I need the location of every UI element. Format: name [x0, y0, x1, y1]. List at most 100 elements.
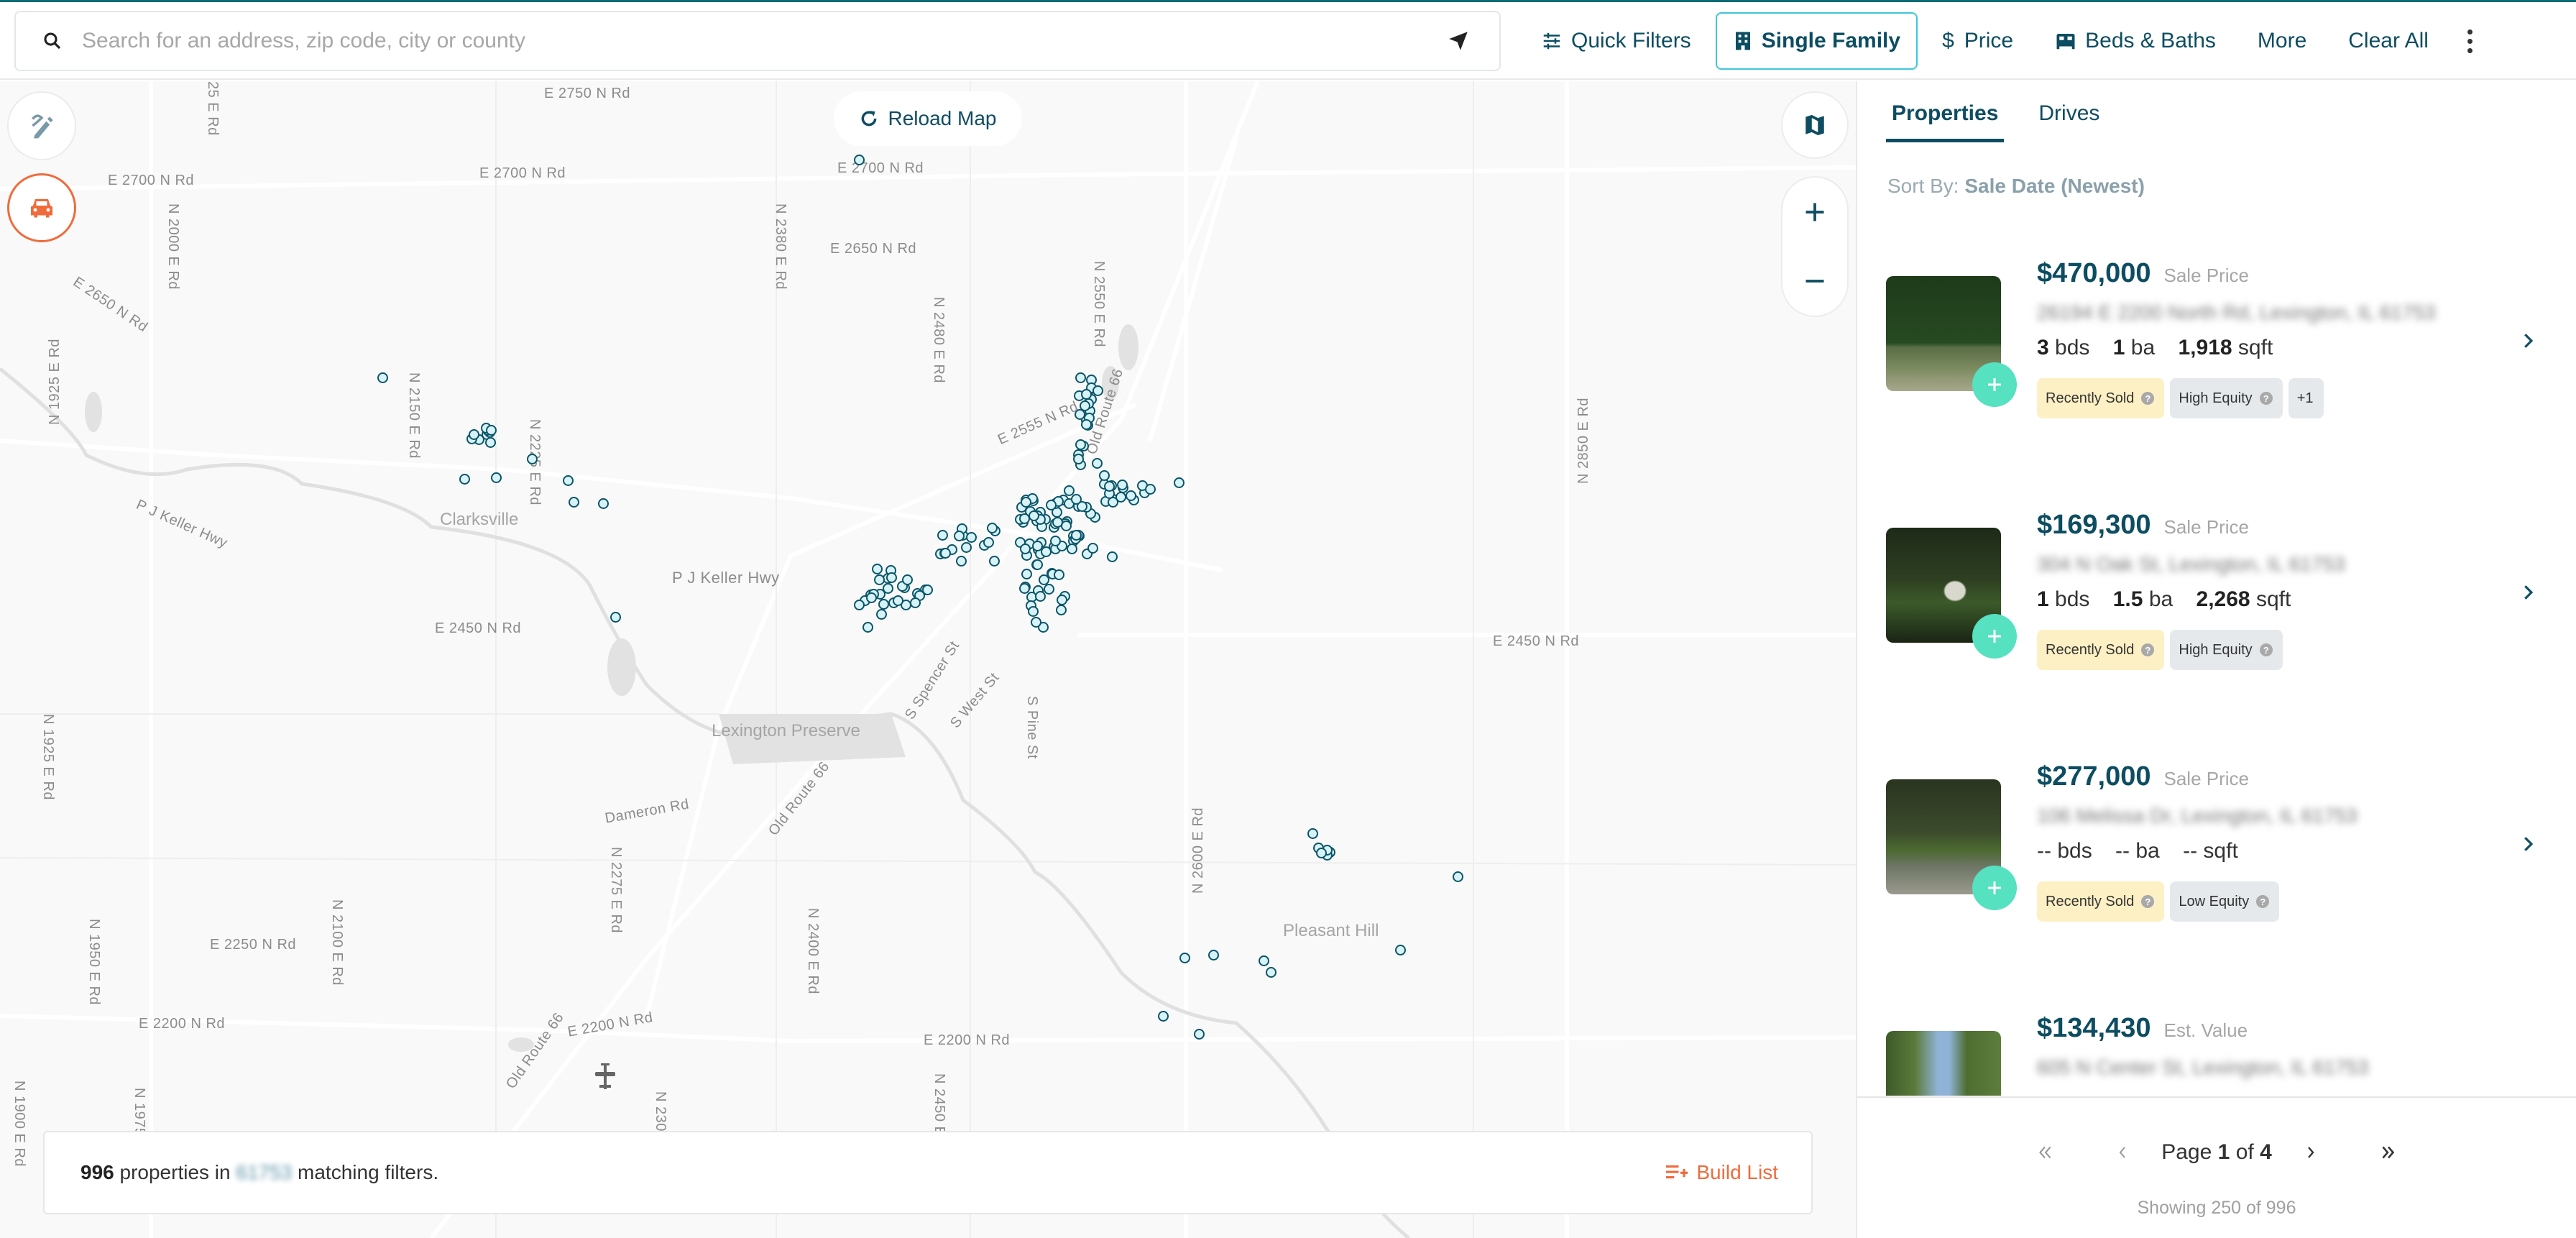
property-marker[interactable] — [937, 529, 948, 541]
property-marker[interactable] — [1039, 574, 1050, 585]
property-marker[interactable] — [459, 474, 470, 485]
property-marker[interactable] — [484, 436, 496, 448]
property-marker[interactable] — [983, 536, 995, 548]
first-page-button[interactable] — [2030, 1138, 2059, 1167]
price-button[interactable]: $ Price — [1925, 12, 2030, 70]
property-card[interactable]: $169,300 Sale Price 304 N Oak St, Lexingt… — [1857, 488, 2576, 740]
property-marker[interactable] — [527, 454, 538, 464]
property-marker[interactable] — [1079, 400, 1090, 411]
tag-recently-sold[interactable]: Recently Sold? — [2037, 881, 2165, 922]
help-icon[interactable]: ? — [2256, 895, 2270, 908]
tag-recently-sold[interactable]: Recently Sold? — [2037, 378, 2165, 418]
property-marker[interactable] — [1080, 418, 1092, 430]
chevron-right-icon[interactable] — [2517, 582, 2539, 603]
property-marker[interactable] — [1031, 616, 1042, 628]
property-marker[interactable] — [954, 530, 965, 541]
property-marker[interactable] — [563, 475, 574, 486]
build-list-button[interactable]: Build List — [1666, 1161, 1778, 1184]
property-marker[interactable] — [862, 621, 873, 633]
tag-recently-sold[interactable]: Recently Sold? — [2037, 630, 2165, 670]
property-marker[interactable] — [491, 472, 502, 483]
add-to-list-button[interactable] — [1972, 866, 2017, 910]
property-marker[interactable] — [1049, 536, 1061, 547]
tab-properties[interactable]: Properties — [1886, 101, 2005, 142]
property-marker[interactable] — [1259, 955, 1269, 966]
property-marker[interactable] — [1021, 568, 1033, 579]
kebab-menu-icon[interactable] — [2456, 12, 2485, 70]
add-to-list-button[interactable] — [1972, 614, 2017, 659]
reload-map-button[interactable]: Reload Map — [834, 91, 1022, 146]
property-marker[interactable] — [1075, 439, 1086, 451]
help-icon[interactable]: ? — [2141, 643, 2155, 656]
property-card[interactable]: $470,000 Sale Price 26194 E 2200 North Rd… — [1857, 237, 2576, 488]
property-marker[interactable] — [1208, 950, 1219, 960]
property-marker[interactable] — [1158, 1011, 1169, 1022]
property-marker[interactable] — [961, 541, 972, 553]
property-marker[interactable] — [1098, 470, 1110, 482]
property-marker[interactable] — [1075, 372, 1087, 383]
sort-dropdown[interactable]: Sort By: Sale Date (Newest) — [1887, 175, 2145, 198]
property-marker[interactable] — [1107, 551, 1118, 562]
property-marker[interactable] — [1174, 477, 1184, 488]
chevron-right-icon[interactable] — [2517, 833, 2539, 855]
drive-mode-button[interactable] — [7, 173, 76, 242]
property-marker[interactable] — [854, 155, 865, 165]
property-marker[interactable] — [1046, 499, 1057, 510]
property-marker[interactable] — [610, 612, 621, 623]
property-marker[interactable] — [1052, 517, 1063, 528]
single-family-button[interactable]: Single Family — [1715, 12, 1918, 70]
property-marker[interactable] — [1087, 542, 1098, 554]
property-marker[interactable] — [1055, 604, 1067, 615]
property-marker[interactable] — [1307, 828, 1318, 840]
property-marker[interactable] — [1070, 530, 1082, 541]
last-page-button[interactable] — [2374, 1138, 2403, 1167]
add-to-list-button[interactable] — [1972, 362, 2017, 407]
property-card[interactable]: $277,000 Sale Price 106 Melissa Dr, Lexin… — [1857, 740, 2576, 991]
zoom-in-button[interactable] — [1782, 178, 1847, 247]
property-marker[interactable] — [1179, 953, 1190, 963]
property-marker[interactable] — [569, 497, 579, 508]
help-icon[interactable]: ? — [2141, 895, 2155, 908]
tag-equity[interactable]: Low Equity? — [2170, 881, 2280, 922]
property-marker[interactable] — [986, 523, 998, 534]
beds-baths-button[interactable]: Beds & Baths — [2038, 12, 2233, 70]
property-marker[interactable] — [901, 574, 913, 586]
property-marker[interactable] — [1395, 945, 1406, 955]
location-arrow-icon[interactable] — [1446, 29, 1471, 53]
help-icon[interactable]: ? — [2141, 392, 2155, 405]
tag-equity[interactable]: High Equity? — [2170, 630, 2283, 670]
clear-all-button[interactable]: Clear All — [2331, 12, 2446, 70]
property-marker[interactable] — [1266, 967, 1276, 978]
property-marker[interactable] — [1194, 1029, 1205, 1040]
property-marker[interactable] — [1056, 595, 1067, 606]
map[interactable]: E 2750 N Rd E 2700 N Rd E 2700 N Rd E 27… — [0, 81, 1856, 1238]
property-marker[interactable] — [875, 608, 887, 620]
property-marker[interactable] — [854, 599, 865, 610]
tag-equity[interactable]: High Equity? — [2170, 378, 2283, 418]
property-marker[interactable] — [1053, 569, 1064, 581]
property-marker[interactable] — [1144, 484, 1156, 495]
draw-tool-button[interactable] — [7, 91, 76, 160]
property-marker[interactable] — [1117, 479, 1128, 490]
property-marker[interactable] — [865, 592, 877, 603]
chevron-right-icon[interactable] — [2517, 330, 2539, 352]
property-marker[interactable] — [598, 498, 609, 509]
quick-filters-button[interactable]: Quick Filters — [1524, 12, 1708, 70]
search-input[interactable] — [82, 29, 1446, 53]
property-marker[interactable] — [1027, 605, 1039, 617]
tab-drives[interactable]: Drives — [2033, 101, 2105, 142]
map-layer-button[interactable] — [1781, 91, 1849, 159]
prev-page-button[interactable] — [2108, 1138, 2137, 1167]
tag-more[interactable]: +1 — [2288, 378, 2324, 418]
property-marker[interactable] — [1043, 583, 1054, 595]
next-page-button[interactable] — [2296, 1138, 2325, 1167]
help-icon[interactable]: ? — [2259, 643, 2273, 656]
property-marker[interactable] — [892, 595, 903, 606]
property-marker[interactable] — [886, 572, 897, 584]
property-marker[interactable] — [377, 372, 388, 383]
property-marker[interactable] — [1104, 480, 1116, 492]
zoom-out-button[interactable] — [1782, 247, 1847, 316]
search-box[interactable] — [14, 11, 1501, 71]
property-marker[interactable] — [1066, 543, 1077, 554]
property-marker[interactable] — [1035, 590, 1046, 602]
